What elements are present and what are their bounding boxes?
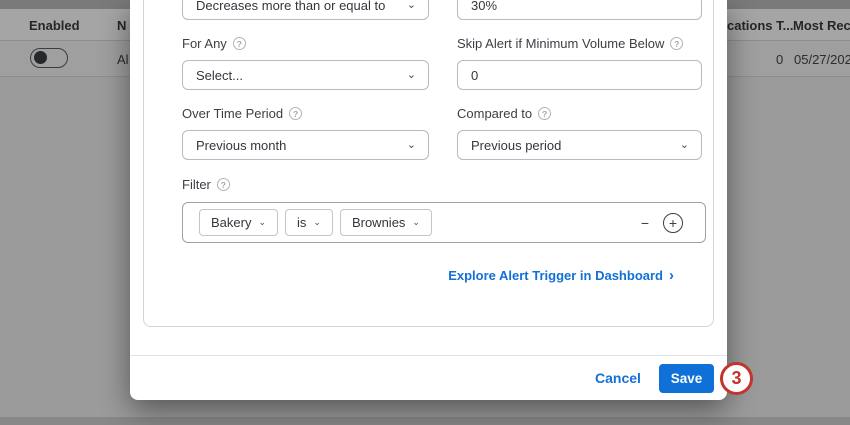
help-icon[interactable]: ? [217, 178, 230, 191]
chevron-down-icon: ⌄ [407, 70, 416, 81]
explore-alert-trigger-link[interactable]: Explore Alert Trigger in Dashboard › [448, 268, 674, 283]
compared-to-select-value: Previous period [471, 138, 561, 153]
cancel-button[interactable]: Cancel [595, 370, 641, 386]
chevron-down-icon: ⌄ [407, 140, 416, 151]
filter-field-value: Bakery [211, 215, 251, 230]
minimum-volume-input[interactable] [457, 60, 702, 90]
help-icon[interactable]: ? [670, 37, 683, 50]
for-any-select[interactable]: Select... ⌄ [182, 60, 429, 90]
filter-value-pill[interactable]: Brownies ⌄ [340, 209, 432, 236]
alert-trigger-card: Decreases more than or equal to ⌄ For An… [143, 0, 714, 327]
compared-to-label-text: Compared to [457, 106, 532, 121]
over-time-period-label-text: Over Time Period [182, 106, 283, 121]
threshold-input[interactable] [457, 0, 702, 20]
help-icon[interactable]: ? [538, 107, 551, 120]
for-any-select-value: Select... [196, 68, 243, 83]
chevron-down-icon: ⌄ [407, 0, 416, 11]
chevron-down-icon: ⌄ [680, 140, 689, 151]
skip-alert-label-text: Skip Alert if Minimum Volume Below [457, 36, 664, 51]
for-any-label: For Any ? [182, 36, 246, 51]
filter-value-value: Brownies [352, 215, 405, 230]
filter-label: Filter ? [182, 177, 230, 192]
condition-select[interactable]: Decreases more than or equal to ⌄ [182, 0, 429, 20]
step-annotation-badge: 3 [720, 362, 753, 395]
explore-link-text: Explore Alert Trigger in Dashboard [448, 268, 663, 283]
skip-alert-label: Skip Alert if Minimum Volume Below ? [457, 36, 683, 51]
chevron-down-icon: ⌄ [313, 218, 321, 227]
alert-settings-modal: Decreases more than or equal to ⌄ For An… [130, 0, 727, 400]
condition-select-value: Decreases more than or equal to [196, 0, 385, 13]
help-icon[interactable]: ? [289, 107, 302, 120]
chevron-down-icon: ⌄ [412, 218, 420, 227]
help-icon[interactable]: ? [233, 37, 246, 50]
compared-to-label: Compared to ? [457, 106, 551, 121]
chevron-down-icon: ⌄ [258, 218, 266, 227]
remove-filter-icon[interactable]: − [641, 215, 649, 231]
save-button[interactable]: Save [659, 364, 714, 393]
filter-builder: Bakery ⌄ is ⌄ Brownies ⌄ − + [182, 202, 706, 243]
chevron-right-icon: › [669, 268, 674, 283]
footer-divider [130, 355, 727, 356]
over-time-period-select-value: Previous month [196, 138, 286, 153]
over-time-period-label: Over Time Period ? [182, 106, 302, 121]
filter-operator-value: is [297, 215, 306, 230]
filter-label-text: Filter [182, 177, 211, 192]
page: Enabled N cations T... Most Rec Al 0 05/… [0, 0, 850, 425]
compared-to-select[interactable]: Previous period ⌄ [457, 130, 702, 160]
filter-operator-pill[interactable]: is ⌄ [285, 209, 333, 236]
filter-field-pill[interactable]: Bakery ⌄ [199, 209, 278, 236]
for-any-label-text: For Any [182, 36, 227, 51]
add-filter-icon[interactable]: + [663, 213, 683, 233]
over-time-period-select[interactable]: Previous month ⌄ [182, 130, 429, 160]
